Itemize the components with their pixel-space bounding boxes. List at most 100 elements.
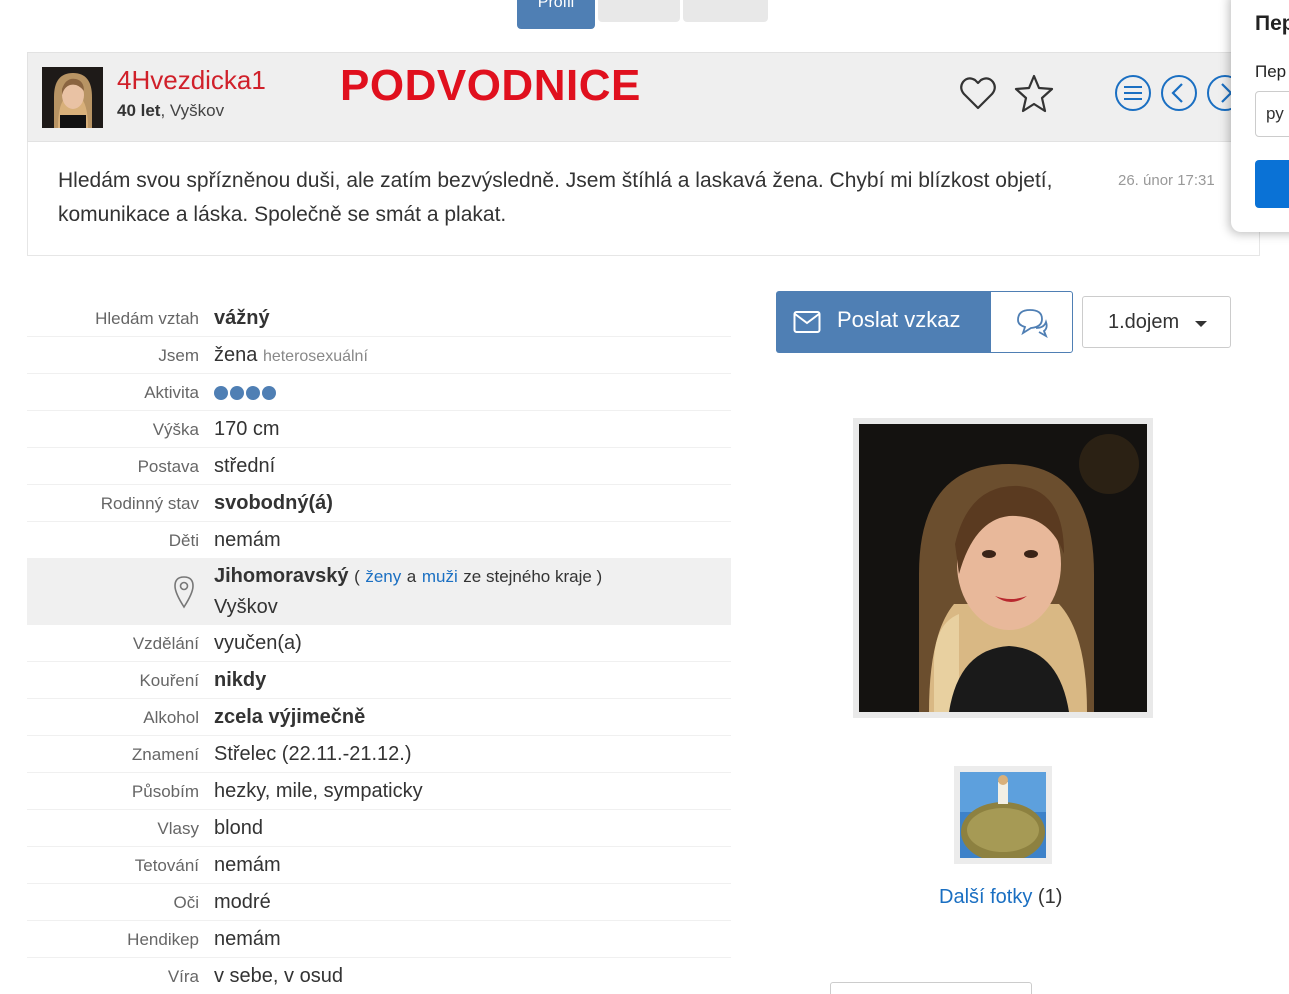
caret-down-icon	[1195, 321, 1207, 327]
detail-row: Znamení Střelec (22.11.-21.12.)	[27, 736, 731, 773]
men-link[interactable]: muži	[422, 567, 458, 586]
detail-row: Víra v sebe, v osud	[27, 958, 731, 994]
orientation: heterosexuální	[262, 348, 368, 365]
detail-label: Kouření	[139, 671, 199, 690]
detail-row: Oči modré	[27, 884, 731, 921]
detail-label: Vzdělání	[132, 634, 199, 653]
paren-open: (	[354, 567, 360, 586]
intro-text: Hledám svou spřízněnou duši, ale zatím b…	[58, 169, 1053, 226]
tab-third[interactable]	[683, 0, 768, 22]
more-photos-count: (1)	[1037, 886, 1063, 908]
send-message-label: Poslat vzkaz	[837, 307, 961, 332]
detail-row: Alkohol zcela výjimečně	[27, 699, 731, 736]
detail-label: Tetování	[134, 856, 199, 875]
menu-icon[interactable]	[1113, 73, 1153, 113]
detail-value: žena heterosexuální	[214, 344, 368, 367]
detail-label: Postava	[137, 457, 199, 476]
popup-title: Пер	[1255, 12, 1289, 35]
age: 40 let	[117, 101, 161, 120]
username[interactable]: 4Hvezdicka1	[117, 65, 266, 96]
region: Jihomoravský	[214, 565, 349, 587]
detail-value: Střelec (22.11.-21.12.)	[214, 743, 412, 765]
chat-button[interactable]	[990, 291, 1073, 353]
detail-row: Postava střední	[27, 448, 731, 485]
detail-label: Hledám vztah	[95, 309, 199, 328]
popup-button[interactable]	[1255, 160, 1289, 208]
detail-value: vyučen(a)	[214, 632, 302, 654]
profile-header: 4Hvezdicka1 40 let, Vyškov PODVODNICE	[27, 52, 1260, 142]
first-impression-label: 1.dojem	[1108, 311, 1180, 333]
activity-dots	[214, 381, 276, 404]
detail-value: vážný	[214, 307, 270, 329]
detail-row: Rodinný stav svobodný(á)	[27, 485, 731, 522]
warning-label: PODVODNICE	[340, 61, 641, 110]
region-rest: ze stejného kraje )	[463, 567, 603, 586]
detail-value: nemám	[214, 854, 281, 876]
detail-row: Výška 170 cm	[27, 411, 731, 448]
detail-value: blond	[214, 817, 263, 839]
detail-label: Vlasy	[157, 819, 199, 838]
detail-value: nemám	[214, 529, 281, 551]
detail-row: Jsem žena heterosexuální	[27, 337, 731, 374]
envelope-icon	[793, 311, 821, 333]
location-row: Jihomoravský ( ženy a muži ze stejného k…	[27, 559, 731, 625]
detail-label: Alkohol	[143, 708, 199, 727]
women-link[interactable]: ženy	[365, 567, 401, 586]
activity-dot	[230, 386, 244, 400]
popup-label: Пер	[1255, 62, 1287, 81]
detail-label: Děti	[168, 531, 199, 550]
detail-row: Vlasy blond	[27, 810, 731, 847]
detail-label: Hendikep	[127, 930, 199, 949]
city: , Vyškov	[160, 101, 225, 120]
detail-value: svobodný(á)	[214, 492, 333, 514]
tab-profile[interactable]: Profil	[517, 0, 595, 29]
detail-label: Víra	[167, 967, 199, 986]
detail-label: Rodinný stav	[100, 494, 199, 513]
intro-date: 26. únor 17:31	[1118, 172, 1215, 189]
detail-row: Kouření nikdy	[27, 662, 731, 699]
detail-label: Oči	[173, 893, 200, 912]
detail-row: Hendikep nemám	[27, 921, 731, 958]
detail-value: střední	[214, 455, 276, 477]
detail-label: Jsem	[158, 346, 199, 365]
detail-value: nikdy	[214, 669, 267, 691]
thumbnail-image	[960, 772, 1046, 858]
chat-bubbles-icon	[1017, 309, 1048, 338]
main-photo[interactable]	[853, 418, 1153, 718]
detail-value: hezky, mile, sympaticky	[214, 780, 423, 802]
detail-row: Vzdělání vyučen(a)	[27, 625, 731, 662]
profile-photo-image	[859, 424, 1147, 712]
detail-row: Děti nemám	[27, 522, 731, 559]
photo-thumbnail[interactable]	[954, 766, 1052, 864]
intro-box: Hledám svou spřízněnou duši, ale zatím b…	[27, 142, 1260, 256]
popup-language-select[interactable]: ру	[1255, 91, 1289, 137]
tab-second[interactable]	[598, 0, 680, 22]
detail-value: v sebe, v osud	[214, 965, 343, 987]
activity-dot	[214, 386, 228, 400]
detail-label: Aktivita	[144, 383, 199, 402]
heart-icon[interactable]	[958, 73, 998, 113]
detail-label: Působím	[131, 782, 199, 801]
activity-dot	[262, 386, 276, 400]
location-city: Vyškov	[214, 596, 278, 618]
more-photos-link[interactable]: Další fotky	[939, 886, 1032, 908]
and-text: a	[406, 567, 417, 586]
age-city: 40 let, Vyškov	[117, 101, 224, 121]
bottom-box[interactable]	[830, 982, 1032, 994]
detail-row: Tetování nemám	[27, 847, 731, 884]
translate-popup: Пер Пер ру	[1231, 0, 1289, 232]
detail-label: Znamení	[131, 745, 199, 764]
region-line: Jihomoravský ( ženy a muži ze stejného k…	[214, 565, 602, 588]
send-message-button[interactable]: Poslat vzkaz	[776, 291, 991, 353]
location-pin-icon	[174, 576, 194, 609]
first-impression-dropdown[interactable]: 1.dojem	[1082, 296, 1231, 348]
profile-details: Hledám vztah vážný Jsem žena heterosexuá…	[27, 300, 731, 994]
star-icon[interactable]	[1014, 73, 1054, 113]
detail-row: Aktivita	[27, 374, 731, 411]
detail-value: 170 cm	[214, 418, 280, 440]
detail-value: nemám	[214, 928, 281, 950]
activity-dot	[246, 386, 260, 400]
avatar[interactable]	[42, 67, 103, 128]
detail-value: zcela výjimečně	[214, 706, 366, 728]
previous-icon[interactable]	[1159, 73, 1199, 113]
